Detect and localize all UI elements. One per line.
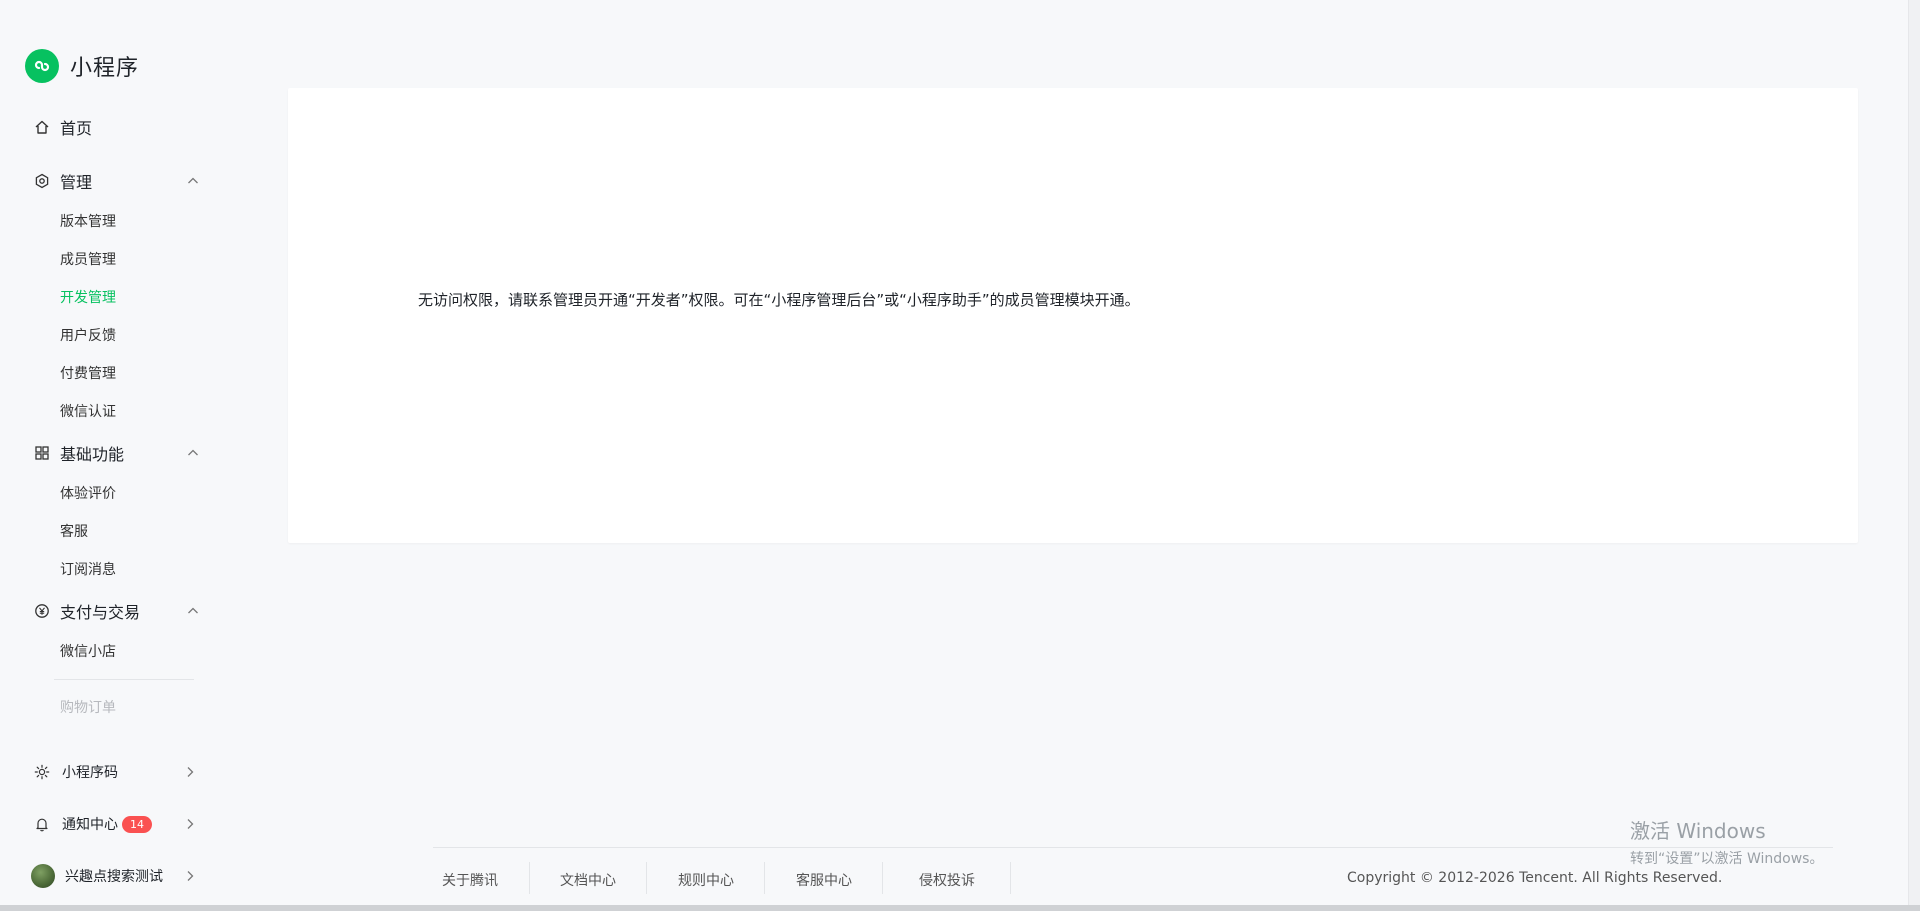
sidebar-item-account[interactable]: 兴趣点搜索测试 (31, 862, 198, 890)
sidebar-item-feedback[interactable]: 用户反馈 (60, 325, 116, 347)
no-permission-message: 无访问权限，请联系管理员开通“开发者”权限。可在“小程序管理后台”或“小程序助手… (418, 291, 1140, 309)
sidebar-group-label: 管理 (60, 173, 93, 192)
chevron-up-icon[interactable] (185, 173, 201, 189)
vertical-scrollbar[interactable] (1908, 0, 1920, 905)
logo[interactable]: 小程序 (25, 49, 139, 83)
sidebar-item-customer-service[interactable]: 客服 (60, 521, 88, 543)
sidebar: 小程序 首页 管理 版本管理 成员管理 开发管理 用户反馈 付费管理 微信认证 (0, 0, 230, 905)
watermark-line-1: 激活 Windows (1630, 819, 1766, 843)
sidebar-item-label: 首页 (60, 119, 93, 138)
sidebar-item-qrcode[interactable]: 小程序码 (33, 758, 198, 786)
footer-divider (433, 847, 1833, 848)
footer-link-complaint[interactable]: 侵权投诉 (919, 870, 975, 890)
footer-separator (529, 862, 530, 894)
sidebar-item-members[interactable]: 成员管理 (60, 249, 116, 271)
chevron-right-icon (182, 764, 198, 780)
miniprogram-logo-icon (25, 49, 59, 83)
chevron-up-icon[interactable] (185, 603, 201, 619)
sidebar-group-payment[interactable]: 支付与交易 (33, 597, 203, 625)
sidebar-item-paid[interactable]: 付费管理 (60, 363, 116, 385)
horizontal-scrollbar[interactable] (0, 905, 1920, 911)
footer-link-about[interactable]: 关于腾讯 (442, 870, 498, 890)
footer-separator (1010, 862, 1011, 894)
footer-separator (764, 862, 765, 894)
account-name: 兴趣点搜索测试 (65, 869, 163, 885)
app-root: 小程序 首页 管理 版本管理 成员管理 开发管理 用户反馈 付费管理 微信认证 (0, 0, 1920, 911)
sidebar-item-experience[interactable]: 体验评价 (60, 483, 116, 505)
sidebar-item-subscribe-message[interactable]: 订阅消息 (60, 559, 116, 581)
content-card: 无访问权限，请联系管理员开通“开发者”权限。可在“小程序管理后台”或“小程序助手… (288, 88, 1858, 543)
sidebar-item-notifications[interactable]: 通知中心 14 (33, 810, 198, 838)
hexagon-gear-icon (33, 172, 51, 190)
sidebar-item-wechat-verify[interactable]: 微信认证 (60, 401, 116, 423)
home-icon (33, 118, 51, 136)
windows-activation-watermark: 激活 Windows 转到“设置”以激活 Windows。 (1630, 815, 1823, 868)
chevron-up-icon[interactable] (185, 445, 201, 461)
yuan-circle-icon (33, 602, 51, 620)
sidebar-item-development[interactable]: 开发管理 (60, 287, 116, 309)
copyright-text: Copyright © 2012-2026 Tencent. All Right… (1347, 870, 1723, 886)
sidebar-item-shopping-orders: 购物订单 (60, 700, 116, 716)
notification-count-badge: 14 (122, 815, 152, 833)
footer-link-rules[interactable]: 规则中心 (678, 870, 734, 890)
sidebar-item-label: 通知中心 (62, 817, 118, 833)
sun-code-icon (33, 763, 51, 781)
footer-link-docs[interactable]: 文档中心 (560, 870, 616, 890)
sidebar-group-label: 基础功能 (60, 445, 125, 464)
sidebar-group-label: 支付与交易 (60, 603, 141, 622)
footer-link-service[interactable]: 客服中心 (796, 870, 852, 890)
avatar (31, 864, 55, 888)
sidebar-item-wechat-shop[interactable]: 微信小店 (60, 641, 116, 663)
sidebar-item-label: 小程序码 (62, 765, 118, 781)
sidebar-item-home[interactable]: 首页 (33, 113, 203, 141)
sidebar-group-manage[interactable]: 管理 (33, 167, 203, 195)
chevron-right-icon (182, 816, 198, 832)
sidebar-group-basic[interactable]: 基础功能 (33, 439, 203, 467)
watermark-line-2: 转到“设置”以激活 Windows。 (1630, 851, 1824, 867)
sidebar-item-version[interactable]: 版本管理 (60, 211, 116, 233)
bell-icon (33, 815, 51, 833)
app-title: 小程序 (70, 56, 140, 81)
footer-separator (646, 862, 647, 894)
footer-separator (882, 862, 883, 894)
sidebar-divider (54, 679, 194, 680)
grid-apps-icon (33, 444, 51, 462)
chevron-right-icon (182, 868, 198, 884)
